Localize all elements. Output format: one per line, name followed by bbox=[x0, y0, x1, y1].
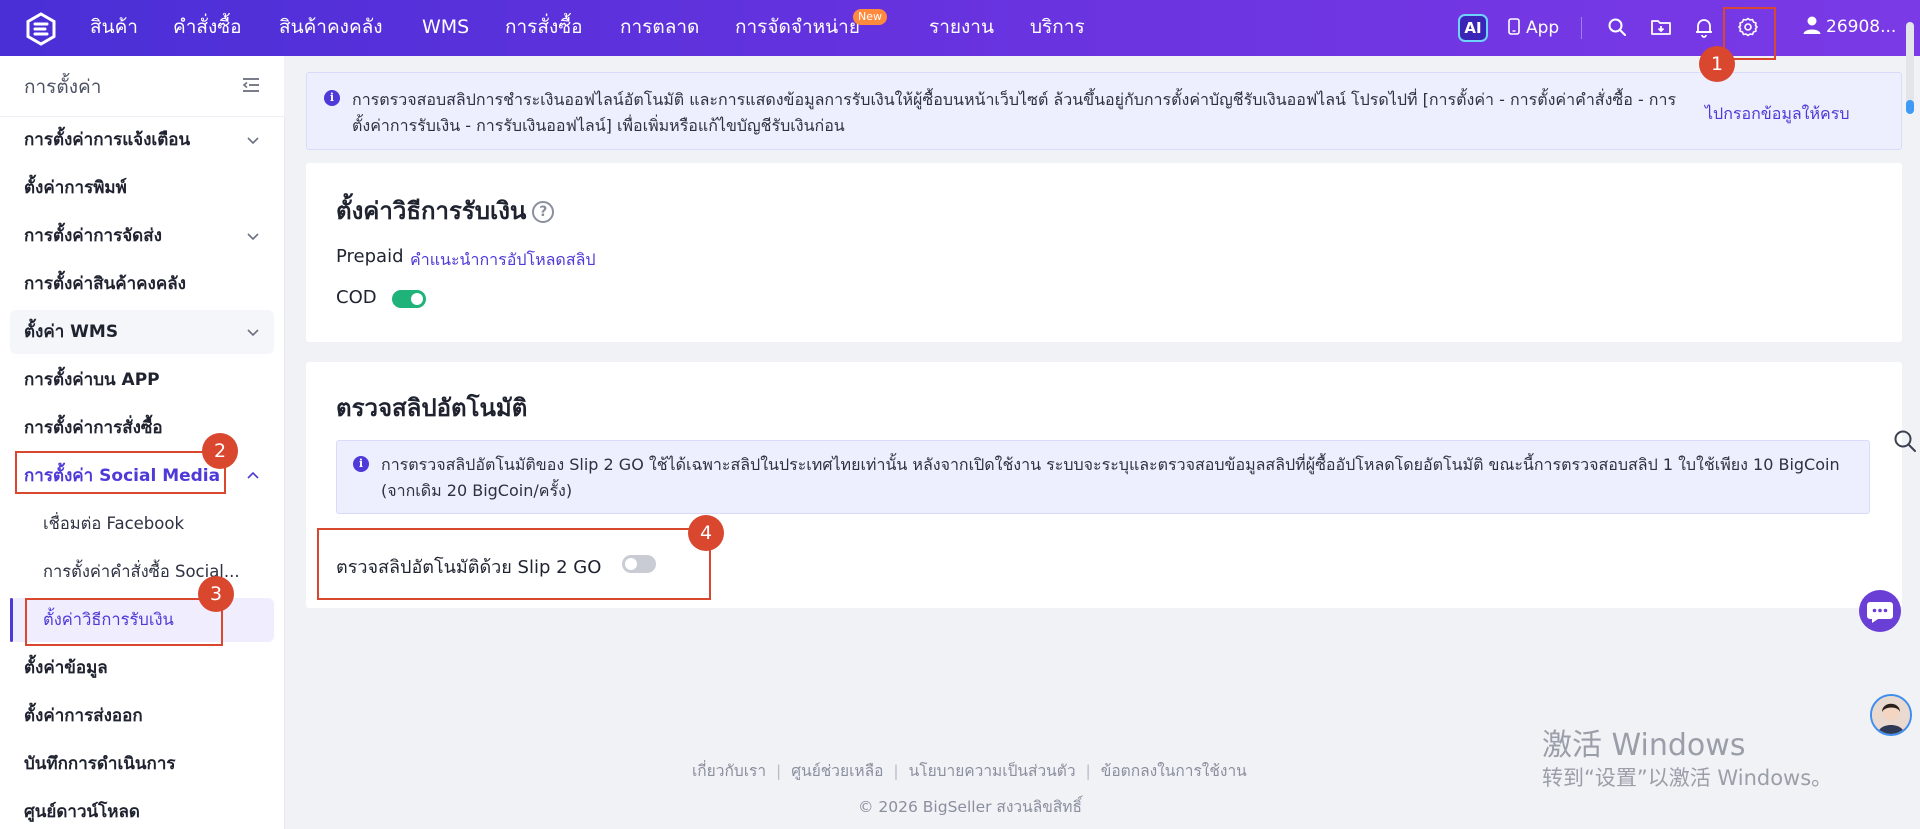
sidebar-item-label: การตั้งค่าการสั่งซื้อ bbox=[24, 418, 163, 438]
prepaid-label: Prepaid bbox=[336, 246, 404, 267]
sidebar-item-notifications[interactable]: การตั้งค่าการแจ้งเตือน bbox=[10, 118, 274, 162]
help-icon[interactable]: ? bbox=[532, 201, 555, 223]
sidebar-item-social-order-settings[interactable]: การตั้งค่าคำสั่งซื้อ Social... bbox=[10, 550, 274, 594]
selected-indicator bbox=[10, 598, 13, 642]
page-scrollbar-track[interactable] bbox=[1906, 22, 1914, 112]
sidebar-item-shipping[interactable]: การตั้งค่าการจัดส่ง bbox=[10, 214, 274, 258]
nav-orders[interactable]: คำสั่งซื้อ bbox=[173, 0, 242, 56]
sidebar-item-operation-log[interactable]: บันทึกการดำเนินการ bbox=[10, 742, 274, 786]
sidebar-item-export-settings[interactable]: ตั้งค่าการส่งออก bbox=[10, 694, 274, 738]
app-button[interactable]: App bbox=[1508, 14, 1559, 42]
sidebar-item-label: การตั้งค่าสินค้าคงคลัง bbox=[24, 274, 186, 294]
nav-inventory[interactable]: สินค้าคงคลัง bbox=[279, 0, 383, 56]
footer-link-terms[interactable]: ข้อตกลงในการใช้งาน bbox=[1101, 762, 1247, 780]
nav-products[interactable]: สินค้า bbox=[90, 0, 138, 56]
toggle-knob bbox=[411, 293, 423, 305]
windows-watermark-subtitle: 转到“设置”以激活 Windows。 bbox=[1542, 766, 1833, 790]
bigseller-logo-icon[interactable] bbox=[24, 12, 58, 46]
cod-toggle[interactable] bbox=[392, 290, 426, 308]
assistant-avatar[interactable] bbox=[1870, 694, 1912, 736]
info-icon: i bbox=[353, 456, 369, 472]
sidebar-item-label: บันทึกการดำเนินการ bbox=[24, 754, 176, 774]
collapse-sidebar-icon[interactable] bbox=[240, 74, 262, 96]
footer-separator: | bbox=[776, 762, 782, 780]
sidebar-item-label: ตั้งค่าการพิมพ์ bbox=[24, 178, 127, 198]
chat-support-button[interactable] bbox=[1859, 590, 1901, 632]
copyright-text: © 2026 BigSeller สงวนลิขสิทธิ์ bbox=[858, 798, 1082, 816]
footer-separator: | bbox=[1085, 762, 1091, 780]
top-navigation-bar: สินค้า คำสั่งซื้อ สินค้าคงคลัง WMS การสั… bbox=[0, 0, 1920, 56]
sidebar-item-label: การตั้งค่าการแจ้งเตือน bbox=[24, 130, 191, 150]
footer-links: เกี่ยวกับเรา | ศูนย์ช่วยเหลือ | นโยบายความเป… bbox=[692, 758, 1247, 783]
user-menu[interactable]: 26908... bbox=[1802, 0, 1896, 56]
sidebar-title: การตั้งค่า bbox=[24, 76, 102, 98]
sidebar-item-label: การตั้งค่าการจัดส่ง bbox=[24, 226, 162, 246]
info-icon: i bbox=[324, 90, 340, 106]
payment-methods-card: ตั้งค่าวิธีการรับเงิน? Prepaid คำแนะนำกา… bbox=[306, 163, 1902, 342]
sidebar-item-label: ตั้งค่าการส่งออก bbox=[24, 706, 143, 726]
annotation-badge-2: 2 bbox=[202, 433, 238, 469]
user-icon bbox=[1803, 16, 1821, 34]
search-icon[interactable] bbox=[1605, 15, 1629, 39]
footer-link-about[interactable]: เกี่ยวกับเรา bbox=[692, 762, 766, 780]
footer-link-privacy[interactable]: นโยบายความเป็นส่วนตัว bbox=[909, 762, 1076, 780]
footer-separator: | bbox=[893, 762, 899, 780]
nav-divider bbox=[1581, 17, 1582, 39]
new-badge: New bbox=[853, 9, 887, 25]
nav-wms[interactable]: WMS bbox=[422, 0, 469, 56]
annotation-box-social-media bbox=[15, 451, 226, 494]
sidebar-item-data-settings[interactable]: ตั้งค่าข้อมูล bbox=[10, 646, 274, 690]
annotation-badge-3: 3 bbox=[198, 576, 234, 612]
footer-link-help[interactable]: ศูนย์ช่วยเหลือ bbox=[791, 762, 883, 780]
sidebar-item-label: ตั้งค่า WMS bbox=[24, 322, 119, 342]
annotation-badge-4: 4 bbox=[688, 515, 724, 551]
sidebar-item-label: การตั้งค่าบน APP bbox=[24, 370, 160, 390]
chevron-up-icon bbox=[247, 471, 259, 479]
payment-methods-title-text: ตั้งค่าวิธีการรับเงิน bbox=[336, 197, 527, 225]
fill-info-link[interactable]: ไปกรอกข้อมูลให้ครบ bbox=[1705, 102, 1850, 127]
page-scrollbar-thumb[interactable] bbox=[1906, 100, 1914, 114]
chevron-down-icon bbox=[247, 233, 259, 241]
sidebar-item-connect-facebook[interactable]: เชื่อมต่อ Facebook bbox=[10, 502, 274, 546]
nav-marketing[interactable]: การตลาด bbox=[620, 0, 699, 56]
windows-watermark-title: 激活 Windows bbox=[1542, 728, 1746, 763]
sidebar-separator bbox=[0, 116, 284, 117]
nav-reports[interactable]: รายงาน bbox=[929, 0, 994, 56]
chevron-down-icon bbox=[247, 329, 259, 337]
slip2go-notice: i การตรวจสลิปอัตโนมัติของ Slip 2 GO ใช้ไ… bbox=[336, 440, 1870, 514]
assistant-face-icon bbox=[1872, 696, 1910, 734]
notice-text: การตรวจสอบสลิปการชำระเงินออฟไลน์อัตโนมัต… bbox=[352, 90, 1677, 135]
slip2go-notice-text: การตรวจสลิปอัตโนมัติของ Slip 2 GO ใช้ได้… bbox=[381, 455, 1840, 500]
nav-services[interactable]: บริการ bbox=[1030, 0, 1085, 56]
nav-distribution[interactable]: การจัดจำหน่าย bbox=[735, 0, 860, 56]
sidebar-item-label: ตั้งค่าข้อมูล bbox=[24, 658, 108, 678]
auto-slip-check-title: ตรวจสลิปอัตโนมัติ bbox=[336, 394, 528, 422]
sidebar-scrollbar[interactable] bbox=[284, 117, 285, 829]
floating-search-icon[interactable] bbox=[1892, 428, 1918, 454]
sidebar-item-print[interactable]: ตั้งค่าการพิมพ์ bbox=[10, 166, 274, 210]
ai-button[interactable]: AI bbox=[1458, 14, 1488, 42]
sidebar-item-label: ศูนย์ดาวน์โหลด bbox=[24, 802, 140, 822]
bell-icon[interactable] bbox=[1692, 15, 1716, 39]
annotation-box-slip2go-toggle bbox=[317, 528, 711, 600]
cod-label: COD bbox=[336, 287, 377, 308]
payment-methods-title: ตั้งค่าวิธีการรับเงิน? bbox=[336, 191, 555, 230]
nav-purchasing[interactable]: การสั่งซื้อ bbox=[505, 0, 583, 56]
phone-icon bbox=[1508, 18, 1520, 35]
app-label: App bbox=[1526, 18, 1560, 38]
sidebar-item-app[interactable]: การตั้งค่าบน APP bbox=[10, 358, 274, 402]
annotation-box-payment-methods bbox=[25, 598, 223, 646]
annotation-badge-1: 1 bbox=[1699, 46, 1735, 82]
chevron-down-icon bbox=[247, 137, 259, 145]
folder-download-icon[interactable] bbox=[1649, 15, 1673, 39]
chat-bubble-icon bbox=[1867, 602, 1893, 623]
sidebar-item-wms[interactable]: ตั้งค่า WMS bbox=[10, 310, 274, 354]
sidebar-item-label: เชื่อมต่อ Facebook bbox=[43, 514, 185, 533]
sidebar-item-download-center[interactable]: ศูนย์ดาวน์โหลด bbox=[10, 790, 274, 829]
user-label: 26908... bbox=[1826, 17, 1897, 37]
slip-upload-guide-link[interactable]: คำแนะนำการอัปโหลดสลิป bbox=[410, 248, 596, 273]
sidebar-item-inventory[interactable]: การตั้งค่าสินค้าคงคลัง bbox=[10, 262, 274, 306]
offline-payment-notice: i การตรวจสอบสลิปการชำระเงินออฟไลน์อัตโนม… bbox=[306, 72, 1902, 150]
